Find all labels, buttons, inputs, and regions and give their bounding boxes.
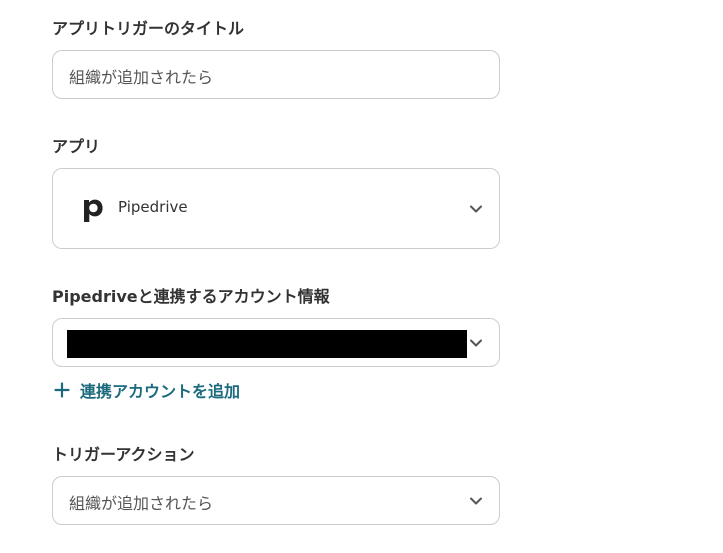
chevron-down-icon[interactable]: [469, 494, 483, 508]
add-linked-account-link[interactable]: 連携アカウントを追加: [54, 379, 240, 401]
trigger-action-select[interactable]: 組織が追加されたら: [52, 476, 500, 525]
account-label: Pipedriveと連携するアカウント情報: [52, 287, 330, 306]
trigger-title-value[interactable]: 組織が追加されたら: [69, 64, 213, 88]
trigger-action-label: トリガーアクション: [52, 445, 195, 464]
trigger-title-input[interactable]: 組織が追加されたら: [52, 50, 500, 99]
account-select[interactable]: [52, 318, 500, 367]
trigger-action-value: 組織が追加されたら: [69, 494, 214, 513]
chevron-down-icon[interactable]: [469, 336, 483, 350]
chevron-down-icon[interactable]: [469, 202, 483, 216]
add-linked-account-label: 連携アカウントを追加: [80, 382, 241, 401]
trigger-title-label: アプリトリガーのタイトル: [52, 19, 245, 38]
app-select[interactable]: Pipedrive: [52, 168, 500, 249]
plus-icon: [54, 382, 70, 398]
app-label: アプリ: [52, 137, 101, 156]
pipedrive-p-icon: [81, 194, 105, 224]
app-selected-value: Pipedrive: [118, 198, 188, 216]
redacted-account-value: [67, 330, 467, 358]
